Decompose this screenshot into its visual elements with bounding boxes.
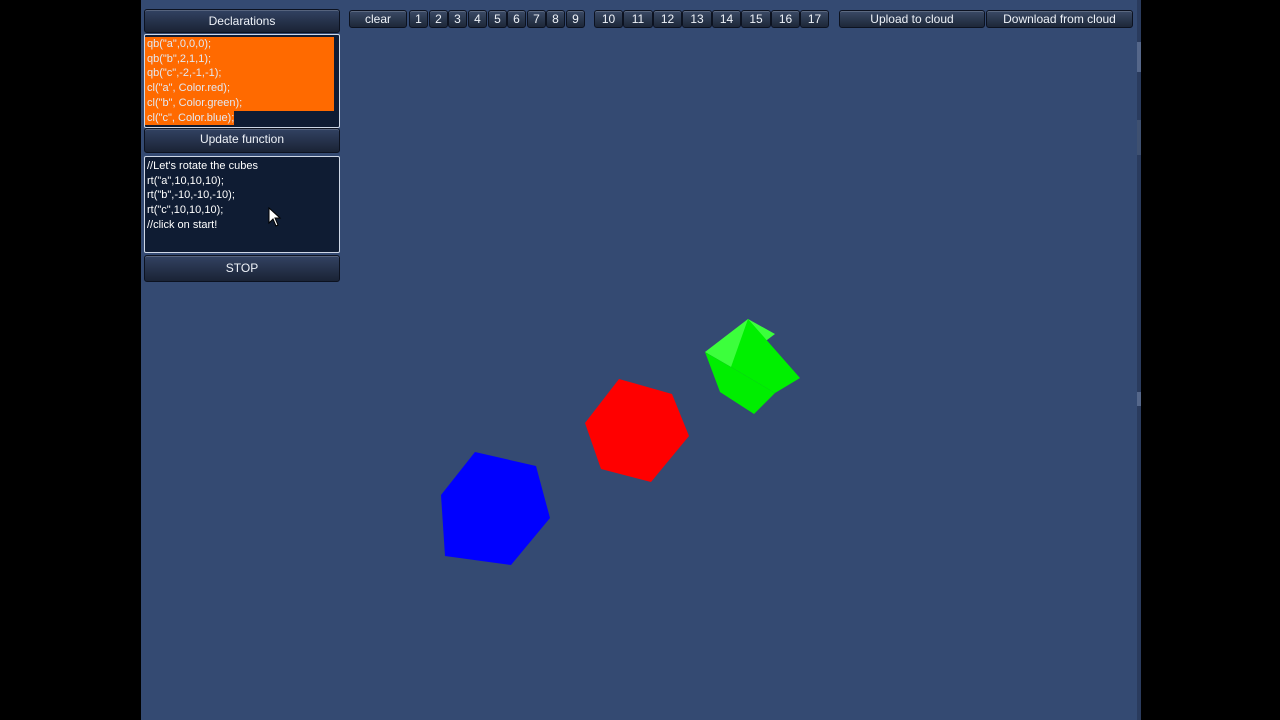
download-from-cloud-button[interactable]: Download from cloud [986,10,1133,28]
upload-to-cloud-button[interactable]: Upload to cloud [839,10,985,28]
slot-button-9[interactable]: 9 [566,10,585,28]
slot-button-7[interactable]: 7 [527,10,546,28]
code-line: rt("a",10,10,10); [147,174,224,187]
slot-button-5[interactable]: 5 [488,10,507,28]
cube-c-blue [441,452,550,565]
declaration-line: qb("a",0,0,0); [145,37,334,52]
stop-button[interactable]: STOP [144,255,340,282]
slot-button-1[interactable]: 1 [409,10,428,28]
code-line: rt("b",-10,-10,-10); [147,189,235,202]
declaration-line: qb("c",-2,-1,-1); [145,66,334,82]
slot-button-3[interactable]: 3 [448,10,467,28]
update-function-label[interactable]: Update function [144,128,340,153]
slot-button-4[interactable]: 4 [468,10,487,28]
slot-button-17[interactable]: 17 [800,10,829,28]
slot-button-14[interactable]: 14 [712,10,741,28]
declaration-line: cl("b", Color.green); [145,95,334,111]
code-line: rt("c",10,10,10); [147,204,224,217]
code-line: //Let's rotate the cubes [147,160,258,172]
cube-a-red [585,379,689,482]
update-function-editor[interactable]: //Let's rotate the cubes rt("a",10,10,10… [144,156,340,253]
slot-button-12[interactable]: 12 [653,10,682,28]
declaration-line: cl("a", Color.red); [145,81,334,96]
slot-button-11[interactable]: 11 [623,10,653,28]
declarations-editor[interactable]: qb("a",0,0,0); qb("b",2,1,1); qb("c",-2,… [144,34,340,128]
clear-button[interactable]: clear [349,10,407,28]
slot-button-13[interactable]: 13 [682,10,712,28]
slot-button-8[interactable]: 8 [546,10,565,28]
declarations-label[interactable]: Declarations [144,9,340,33]
slot-button-15[interactable]: 15 [741,10,771,28]
mouse-cursor-icon [268,207,282,227]
slot-button-16[interactable]: 16 [771,10,800,28]
cube-b-green [705,319,800,414]
code-line: //click on start! [147,218,218,231]
slot-button-2[interactable]: 2 [429,10,448,28]
slot-button-10[interactable]: 10 [594,10,623,28]
declaration-line: qb("b",2,1,1); [145,51,334,67]
slot-button-6[interactable]: 6 [507,10,526,28]
declaration-line: cl("c", Color.blue); [145,110,235,126]
